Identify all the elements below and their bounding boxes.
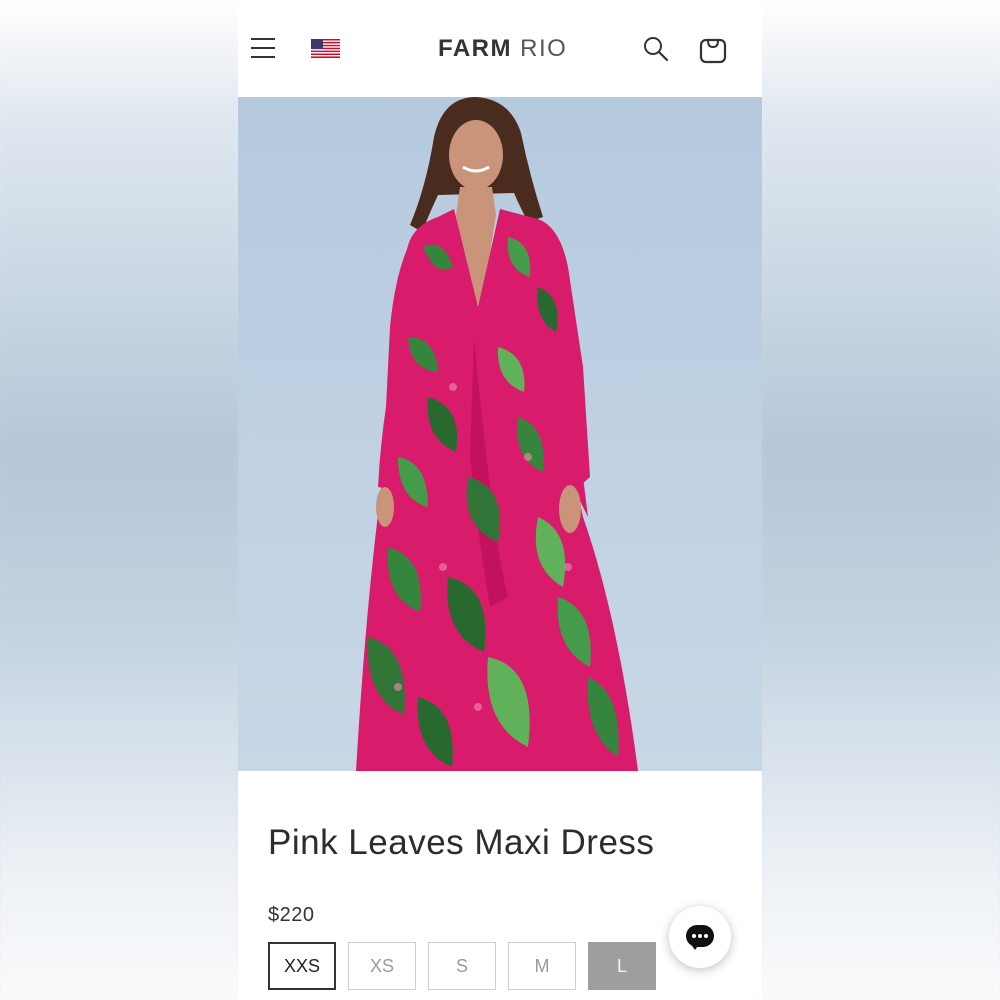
size-selector: XXS XS S M L [268,942,656,990]
shopping-bag-icon[interactable] [698,33,728,65]
size-option-xxs[interactable]: XXS [268,942,336,990]
us-flag-icon[interactable] [311,39,340,58]
logo-light-text: RIO [520,35,568,62]
product-title: Pink Leaves Maxi Dress [268,823,655,862]
search-icon[interactable] [642,35,670,63]
blurred-background-left [0,0,238,1000]
size-option-xs[interactable]: XS [348,942,416,990]
chat-button[interactable] [669,906,731,968]
site-header: FARM RIO [238,0,762,97]
logo-bold-text: FARM [438,35,512,62]
size-option-m[interactable]: M [508,942,576,990]
menu-icon[interactable] [251,36,277,60]
product-page: FARM RIO Pink Leaves Maxi Dress $220 XXS… [238,0,762,1000]
size-option-s[interactable]: S [428,942,496,990]
product-price: $220 [268,904,315,926]
blurred-background-right [762,0,1000,1000]
model-dress-illustration [238,97,762,771]
product-image[interactable] [238,97,762,771]
farm-rio-logo[interactable]: FARM RIO [438,35,567,63]
size-option-l[interactable]: L [588,942,656,990]
